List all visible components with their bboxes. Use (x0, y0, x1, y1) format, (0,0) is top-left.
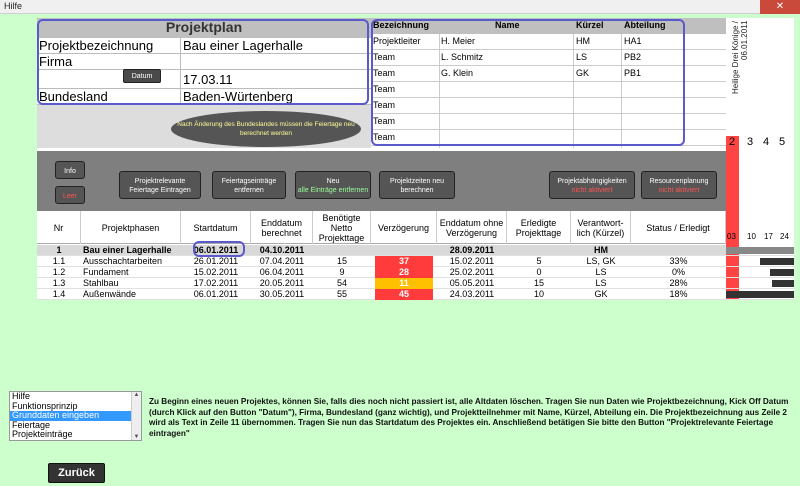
cell-start: 26.01.2011 (193, 256, 239, 266)
cell-resp: HM (594, 245, 608, 255)
button-bar: Info Leer Projektrelevante Feiertage Ein… (37, 151, 726, 211)
gantt-row (726, 245, 794, 256)
gantt-row (726, 256, 794, 267)
neu-button[interactable]: Neu alle Einträge entfernen (295, 171, 371, 199)
help-topic-item[interactable]: Projekteinträge (10, 430, 141, 440)
window-titlebar: Hilfe ✕ (0, 0, 800, 14)
cell-end2: 15.02.2011 (449, 256, 495, 266)
projektzeiten-button[interactable]: Projektzeiten neu berechnen (379, 171, 455, 199)
cell-status: 28% (669, 278, 688, 288)
cell-nr: 1.1 (52, 256, 66, 266)
gantt-row (726, 289, 794, 300)
cell-end: 07.04.2011 (259, 256, 305, 266)
gantt-bar (770, 269, 794, 276)
cell-resp: LS (595, 278, 607, 288)
cell-end: 30.05.2011 (259, 289, 305, 299)
gantt-row (726, 278, 794, 289)
cell-phase: Stahlbau (83, 278, 119, 288)
feiertage-entfernen-button[interactable]: Feiertagseinträge entfernen (212, 171, 286, 199)
cell-status: 18% (669, 289, 688, 299)
cell-nr: 1.4 (52, 289, 66, 299)
help-text: Zu Beginn eines neuen Projektes, können … (149, 397, 789, 438)
cell-delay: 37 (375, 256, 433, 267)
week-numbers: 2 3 4 5 (729, 136, 786, 148)
cell-tage: 15 (336, 256, 347, 266)
highlight-startdatum (193, 241, 245, 257)
cell-phase: Fundament (83, 267, 129, 277)
cell-done: 5 (536, 256, 542, 266)
cell-start: 15.02.2011 (193, 267, 239, 277)
resourcen-button[interactable]: Resourcenplanung nicht aktiviert (641, 171, 717, 199)
cell-start: 06.01.2011 (193, 289, 239, 299)
cell-tage: 55 (336, 289, 347, 299)
cell-delay (371, 245, 437, 256)
info-bubble: Nach Änderung des Bundeslandes müssen di… (171, 111, 361, 147)
cell-tage (313, 245, 371, 256)
cell-phase: Bau einer Lagerhalle (83, 245, 172, 255)
highlight-team (371, 19, 685, 146)
table-row[interactable]: 1.4 Außenwände 06.01.2011 30.05.2011 55 45 24.… (37, 289, 726, 300)
table-row[interactable]: 1.2 Fundament 15.02.2011 06.04.2011 9 28 25.02… (37, 267, 726, 278)
cell-done: 0 (536, 267, 542, 277)
cell-done: 10 (533, 289, 544, 299)
window-title: Hilfe (4, 1, 23, 11)
phase-table-header: Nr Projektphasen Startdatum Enddatum ber… (37, 211, 726, 244)
cell-phase: Ausschachtarbeiten (83, 256, 163, 266)
cell-status (631, 245, 726, 256)
cell-nr: 1.3 (52, 278, 66, 288)
list-scrollbar[interactable]: ▲ ▼ (131, 392, 141, 440)
cell-delay: 45 (375, 289, 433, 300)
cell-tage: 54 (336, 278, 347, 288)
cell-end2: 24.03.2011 (449, 289, 495, 299)
leer-button[interactable]: Leer (55, 186, 85, 204)
cell-end: 04.10.2011 (259, 245, 305, 255)
feiertage-eintragen-button[interactable]: Projektrelevante Feiertage Eintragen (119, 171, 201, 199)
spreadsheet-preview: Projektplan Projektbezeichnung Bau einer… (37, 18, 794, 300)
info-button[interactable]: Info (55, 161, 85, 179)
cell-resp: LS (595, 267, 607, 277)
scroll-down-icon[interactable]: ▼ (133, 434, 140, 440)
cell-resp: LS, GK (586, 256, 616, 266)
cell-nr: 1 (56, 245, 62, 255)
cell-resp: GK (594, 289, 608, 299)
help-topic-list[interactable]: Hilfe Funktionsprinzip Grunddaten eingeben… (9, 391, 142, 441)
scroll-up-icon[interactable]: ▲ (133, 392, 140, 398)
gantt-bar (760, 258, 794, 265)
cell-status: 0% (671, 267, 685, 277)
cell-nr: 1.2 (52, 267, 66, 277)
cell-phase: Außenwände (83, 289, 137, 299)
cell-tage: 9 (339, 267, 345, 277)
cell-end2: 05.05.2011 (449, 278, 495, 288)
abhaengigkeiten-button[interactable]: Projektabhängigkeiten nicht aktiviert (549, 171, 635, 199)
cell-done: 15 (533, 278, 544, 288)
cell-status: 33% (669, 256, 688, 266)
cell-done (507, 245, 571, 256)
cell-delay: 11 (375, 278, 433, 289)
table-row[interactable]: 1 Bau einer Lagerhalle 06.01.2011 04.10.201… (37, 245, 726, 256)
table-row[interactable]: 1.1 Ausschachtarbeiten 26.01.2011 07.04.201… (37, 256, 726, 267)
gantt-row (726, 267, 794, 278)
close-icon[interactable]: ✕ (760, 0, 800, 14)
day-numbers: 03 10 17 24 (727, 232, 789, 241)
table-row[interactable]: 1.3 Stahlbau 17.02.2011 20.05.2011 54 11 05.05… (37, 278, 726, 289)
holiday-label: Heilige Drei Könige / 06.01.2011 (731, 21, 749, 94)
cell-end: 20.05.2011 (259, 278, 305, 288)
cell-start: 17.02.2011 (193, 278, 239, 288)
cell-end: 06.04.2011 (259, 267, 305, 277)
cell-end2: 28.09.2011 (449, 245, 495, 255)
back-button[interactable]: Zurück (48, 463, 105, 483)
cell-end2: 25.02.2011 (449, 267, 495, 277)
gantt-bar (726, 247, 794, 254)
highlight-project-info (37, 19, 369, 105)
gantt-bar (726, 291, 794, 298)
gantt-bar (772, 280, 794, 287)
cell-delay: 28 (375, 267, 433, 278)
